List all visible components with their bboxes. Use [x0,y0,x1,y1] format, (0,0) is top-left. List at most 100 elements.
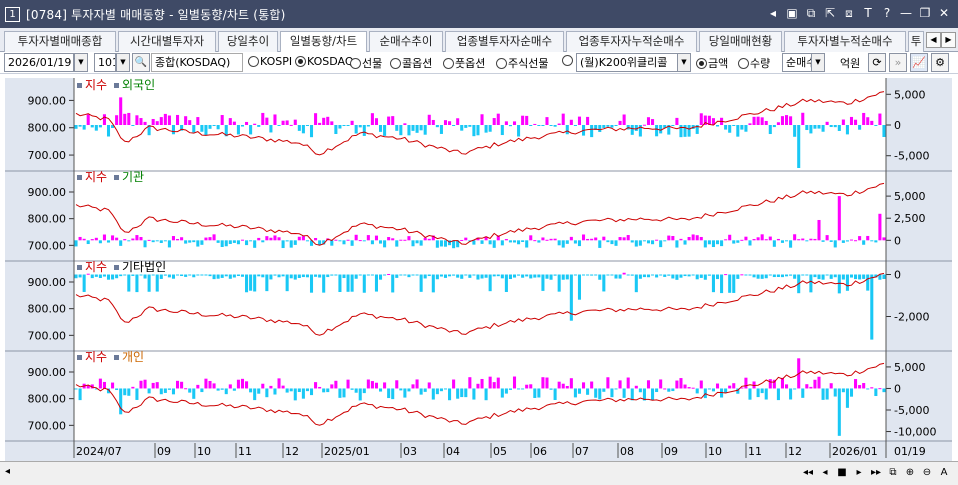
radio-circle-icon[interactable] [696,57,707,69]
font-icon[interactable]: ⊖ [919,465,935,481]
tab-6[interactable]: 업종투자자누적순매수 [566,31,697,52]
net-buy-bar [642,240,646,242]
right-axis-tick-label: 5,000 [894,88,926,101]
toolbar.radios_market-radio-5[interactable]: 주식선물 [496,55,548,71]
zoom-in-icon[interactable]: ⧉ [885,465,901,481]
net-buy-bar [285,274,289,292]
arrow-left-icon[interactable]: ◂ [765,5,781,21]
net-buy-bar [115,274,119,279]
toolbar.radios_unit-radio-1[interactable]: 수량 [738,55,770,71]
tab-8[interactable]: 투자자별누적순매수 [784,31,906,52]
toolbar.radios_market-radio-4[interactable]: 풋옵션 [443,55,485,71]
tab-7[interactable]: 당일매매현황 [699,31,782,52]
zoom-out-icon[interactable]: ⊕ [902,465,918,481]
net-buy-select[interactable]: 순매수 [782,53,812,72]
settings-gear-icon[interactable]: ⚙ [931,53,949,72]
first-page-icon[interactable]: ◂◂ [800,465,816,481]
net-buy-bar [671,388,675,392]
code-input[interactable]: 101 [94,53,116,72]
date-input[interactable]: 2026/01/19 [4,53,74,72]
net-buy-bar [813,238,817,241]
net-buy-bar [862,274,866,279]
date-dropdown-icon[interactable]: ▼ [74,53,88,72]
net-buy-bar [208,125,212,129]
tab-0[interactable]: 투자자별매매종합 [4,31,116,52]
net-buy-bar [301,388,305,399]
tab-scroll-left-icon[interactable]: ◀ [926,32,941,48]
left-axis-tick-label: 900.00 [28,366,67,379]
right-axis-tick-label: -2,000 [894,311,929,324]
tab-4[interactable]: 순매수추이 [369,31,443,52]
restore-icon[interactable]: ❐ [917,5,933,21]
net-buy-bar [94,237,98,241]
market-name: 종합(KOSDAQ) [151,53,243,72]
net-buy-bar [740,125,744,130]
next-page-icon[interactable]: ▸ [851,465,867,481]
copy-icon[interactable]: ⧈ [841,5,857,21]
net-buy-bar [249,388,253,393]
radio-circle-icon[interactable] [390,57,401,69]
minimize-icon[interactable]: — [898,5,914,21]
toolbar.radios_market-radio-6[interactable] [562,55,574,66]
radio-circle-icon[interactable] [496,57,507,69]
tab-2[interactable]: 당일추이 [218,31,278,52]
radio-circle-icon[interactable] [562,55,573,66]
toolbar.radios_market-radio-3[interactable]: 콜옵션 [390,55,432,71]
radio-circle-icon[interactable] [738,57,749,69]
tab-5[interactable]: 업종별투자자순매수 [445,31,564,52]
memo-icon[interactable]: ▣ [784,5,800,21]
radio-label: 금액 [708,57,729,70]
next-icon[interactable]: » [889,53,907,72]
nav-icon[interactable]: A [936,465,952,481]
radio-circle-icon[interactable] [350,57,361,69]
scroll-track[interactable] [18,466,796,480]
weekly-select[interactable]: (월)K200위클리콜 [576,53,678,72]
prev-page-icon[interactable]: ◂ [817,465,833,481]
layout-icon[interactable]: ▸▸ [868,465,884,481]
toolbar.radios_market-radio-2[interactable]: 선물 [350,55,382,71]
net-buy-bar [115,237,119,241]
link-icon[interactable]: ⧉ [803,5,819,21]
net-buy-bar [309,388,314,396]
net-buy-bar [123,113,127,125]
tab-1[interactable]: 시간대별투자자 [118,31,216,52]
net-buy-bar [659,274,663,276]
net-buy-bar [756,237,760,241]
toolbar.radios_market-radio-1[interactable]: KOSDAQ [295,55,354,68]
net-buy-bar [610,274,614,276]
code-dropdown-icon[interactable]: ▼ [116,53,130,72]
radio-circle-icon[interactable] [443,57,454,69]
net-buy-bar [659,240,663,248]
net-buy-dropdown-icon[interactable]: ▼ [811,53,825,72]
net-buy-bar [163,113,167,125]
refresh-icon[interactable]: ⟳ [868,53,886,72]
text-t-icon[interactable]: T [860,5,876,21]
net-buy-bar [809,125,813,134]
net-buy-bar [549,238,553,241]
close-icon[interactable]: ✕ [936,5,952,21]
tab-9[interactable]: 투 [908,31,924,52]
net-buy-bar [431,388,435,400]
toolbar.radios_unit-radio-0[interactable]: 금액 [696,55,728,71]
pin-icon[interactable]: ⇱ [822,5,838,21]
net-buy-bar [849,239,854,241]
net-buy-bar [273,388,277,395]
net-buy-bar [476,383,480,389]
tab-3[interactable]: 일별동향/차트 [280,31,367,53]
search-icon[interactable]: 🔍 [132,53,150,72]
radio-circle-icon[interactable] [248,56,259,67]
net-buy-bar [821,125,825,132]
net-buy-bar [167,388,171,390]
chart-toggle-icon[interactable]: 📈 [910,53,928,72]
net-buy-bar [537,125,541,126]
help-icon[interactable]: ? [879,5,895,21]
stop-icon[interactable]: ■ [834,465,850,481]
net-buy-bar [143,240,147,248]
net-buy-bar [582,234,586,241]
left-axis-tick-label: 800.00 [28,393,67,406]
scroll-left-icon[interactable]: ◂ [5,466,10,477]
radio-circle-icon[interactable] [295,56,306,67]
weekly-dropdown-icon[interactable]: ▼ [677,53,691,72]
tab-scroll-right-icon[interactable]: ▶ [941,32,956,48]
toolbar.radios_market-radio-0[interactable]: KOSPI [248,55,292,68]
